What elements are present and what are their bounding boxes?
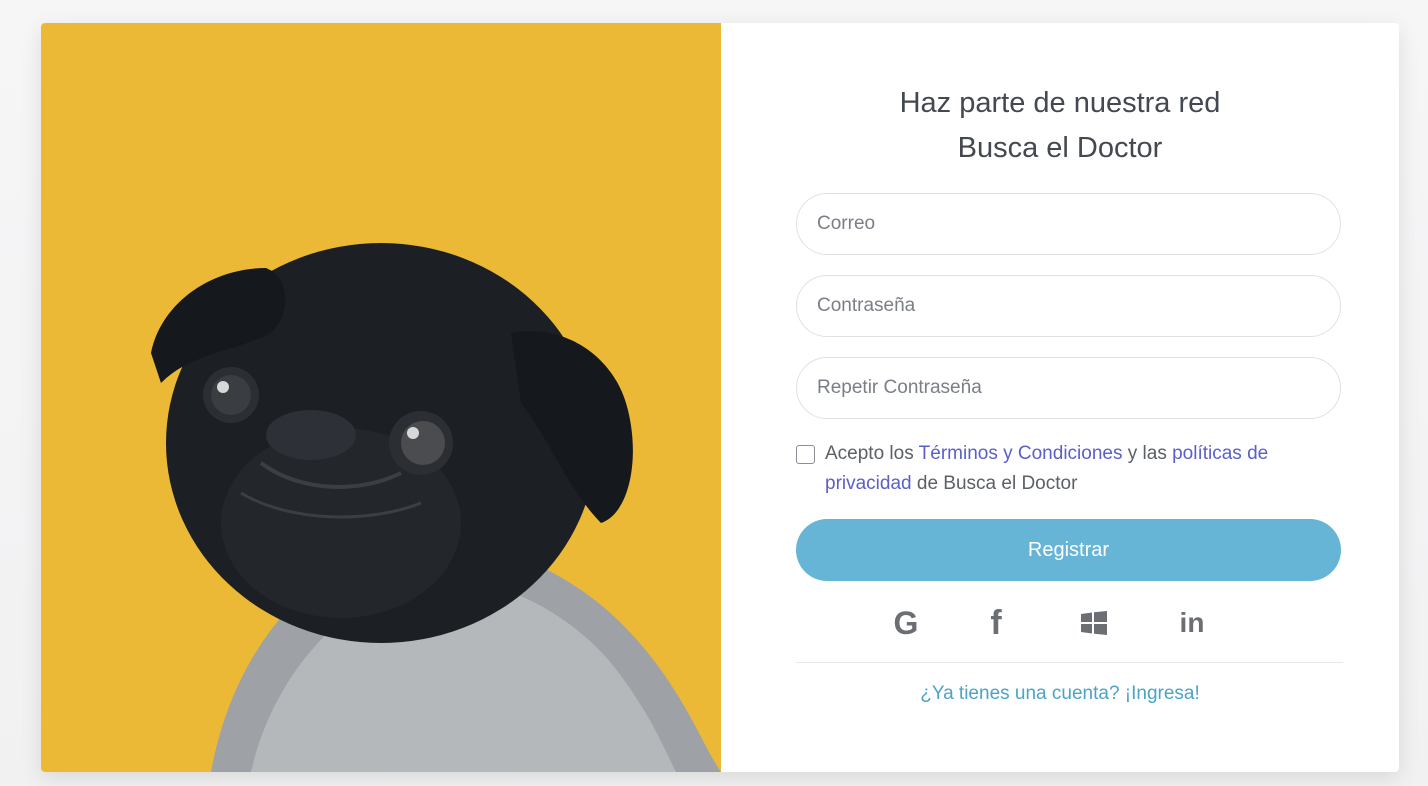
pug-photo: [41, 23, 721, 772]
repeat-password-field[interactable]: [796, 357, 1341, 419]
facebook-icon: f: [990, 603, 1002, 642]
divider: [796, 662, 1343, 663]
terms-suffix: de Busca el Doctor: [911, 473, 1078, 494]
login-link[interactable]: ¿Ya tienes una cuenta? ¡Ingresa!: [721, 683, 1399, 705]
linkedin-icon: in: [1179, 607, 1205, 638]
google-login-button[interactable]: G: [886, 603, 926, 643]
email-field[interactable]: [796, 193, 1341, 255]
terms-checkbox[interactable]: [796, 445, 815, 464]
microsoft-login-button[interactable]: [1074, 603, 1114, 643]
facebook-login-button[interactable]: f: [976, 603, 1016, 643]
terms-middle: y las: [1122, 443, 1173, 464]
page-title: Haz parte de nuestra red Busca el Doctor: [721, 81, 1399, 171]
pug-illustration: [151, 243, 721, 772]
title-line-2: Busca el Doctor: [957, 132, 1163, 164]
register-card: Haz parte de nuestra red Busca el Doctor…: [41, 23, 1399, 772]
register-form-panel: Haz parte de nuestra red Busca el Doctor…: [721, 23, 1399, 772]
windows-icon: [1081, 611, 1107, 635]
terms-row: Acepto los Términos y Condiciones y las …: [796, 439, 1326, 499]
terms-prefix: Acepto los: [825, 443, 919, 464]
linkedin-login-button[interactable]: in: [1167, 603, 1217, 643]
password-field[interactable]: [796, 275, 1341, 337]
title-line-1: Haz parte de nuestra red: [899, 87, 1221, 119]
terms-text: Acepto los Términos y Condiciones y las …: [825, 439, 1326, 499]
terms-link[interactable]: Términos y Condiciones: [919, 443, 1123, 464]
register-button[interactable]: Registrar: [796, 519, 1341, 581]
google-icon: G: [893, 604, 919, 641]
